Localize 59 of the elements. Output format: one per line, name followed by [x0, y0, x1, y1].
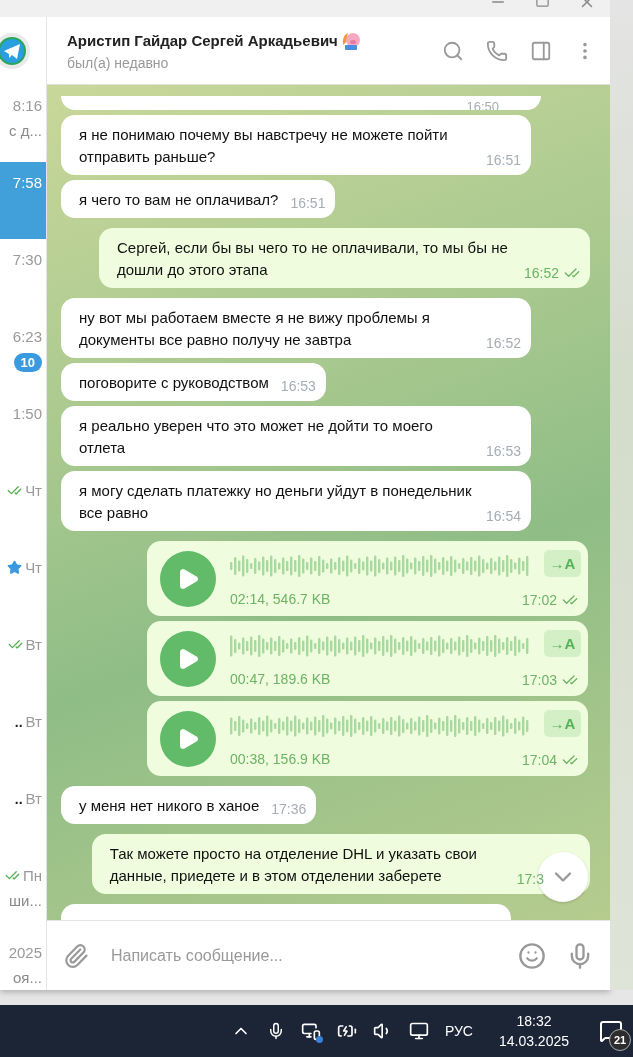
- message-time: 16:52: [523, 265, 559, 281]
- notification-count-badge: 21: [609, 1029, 631, 1051]
- play-button[interactable]: [160, 551, 216, 607]
- chat-time: 2025: [8, 944, 42, 961]
- clock-date[interactable]: 14.03.2025: [498, 1033, 569, 1049]
- play-button[interactable]: [160, 631, 216, 687]
- chat-time: Чт: [25, 559, 42, 576]
- transcribe-button[interactable]: →A: [544, 710, 581, 737]
- message-text: я чего то вам не оплачивал?: [79, 190, 279, 210]
- chat-time: 7:58: [12, 174, 42, 191]
- message-text: Сергей, если бы вы чего то не оплачивали, то мы бы не дошли до этого этапа: [116, 238, 509, 280]
- chat-time: Чт: [25, 482, 42, 499]
- message-time: 16:52: [486, 335, 522, 351]
- chat-list-item[interactable]: 7:58: [0, 162, 46, 239]
- chat-name-fragment: ..: [14, 713, 23, 730]
- chat-time: Вт: [25, 790, 42, 807]
- message-text: Так можете просто на отделение DHL и указать свои данные, приедете и в этом отделении заберете: [109, 844, 478, 886]
- chat-time: Вт: [25, 713, 42, 730]
- transcribe-button[interactable]: →A: [544, 630, 581, 657]
- message-time: 16:51: [486, 152, 522, 168]
- contact-name: Аристип Гайдар Сергей Аркадьевич: [67, 32, 338, 49]
- message-time: 16:53: [280, 378, 316, 394]
- message-time: 17:03: [521, 672, 557, 688]
- message-time: 17:36: [271, 801, 307, 817]
- paperclip-icon[interactable]: [63, 942, 89, 969]
- chat-name-fragment: ..: [14, 790, 23, 807]
- chat-time: 6:23: [12, 328, 42, 345]
- message-time: 17:3: [516, 871, 544, 887]
- message-time: 17:02: [521, 592, 557, 608]
- message-text: я могу сделать платежку но деньги уйдут в понедельник все равно: [79, 481, 473, 523]
- chat-time: Вт: [25, 636, 42, 653]
- message-text: я не понимаю почему вы навстречу не можете пойти отправить раньше?: [79, 125, 449, 167]
- last-seen-status: был(а) недавно: [67, 54, 170, 71]
- message-text: ну вот мы работаем вместе я не вижу проблемы я документы все равно получу не завтра: [79, 308, 431, 350]
- message-text: у меня нет никого в ханое: [79, 796, 260, 816]
- message-text: поговорите с руководством: [79, 373, 269, 393]
- unread-count-badge: 10: [13, 353, 42, 372]
- network-icon[interactable]: [408, 1021, 429, 1041]
- emoji-icon[interactable]: [518, 941, 546, 970]
- message-time: 16:53: [486, 443, 522, 459]
- side-panel-icon[interactable]: [530, 39, 552, 62]
- search-icon[interactable]: [442, 39, 464, 62]
- message-text: я реально уверен что это может не дойти то моего отлета: [79, 416, 434, 458]
- chat-time: Пн: [22, 867, 42, 884]
- chat-preview: ши...: [9, 892, 42, 909]
- play-button[interactable]: [160, 711, 216, 767]
- phone-icon[interactable]: [486, 39, 508, 62]
- message-time: 16:54: [486, 508, 522, 524]
- chat-time: 1:50: [12, 405, 42, 422]
- input-language[interactable]: РУС: [444, 1023, 473, 1039]
- chat-preview: оя...: [13, 969, 42, 986]
- chat-preview: с д...: [9, 122, 42, 139]
- transcribe-button[interactable]: →A: [544, 550, 581, 577]
- message-time: 17:04: [521, 752, 557, 768]
- message-time: 16:51: [290, 195, 326, 211]
- chat-time: 8:16: [12, 97, 42, 114]
- clock-time[interactable]: 18:32: [516, 1013, 552, 1029]
- screen-sync-icon[interactable]: [300, 1021, 321, 1041]
- chat-time: 7:30: [12, 251, 42, 268]
